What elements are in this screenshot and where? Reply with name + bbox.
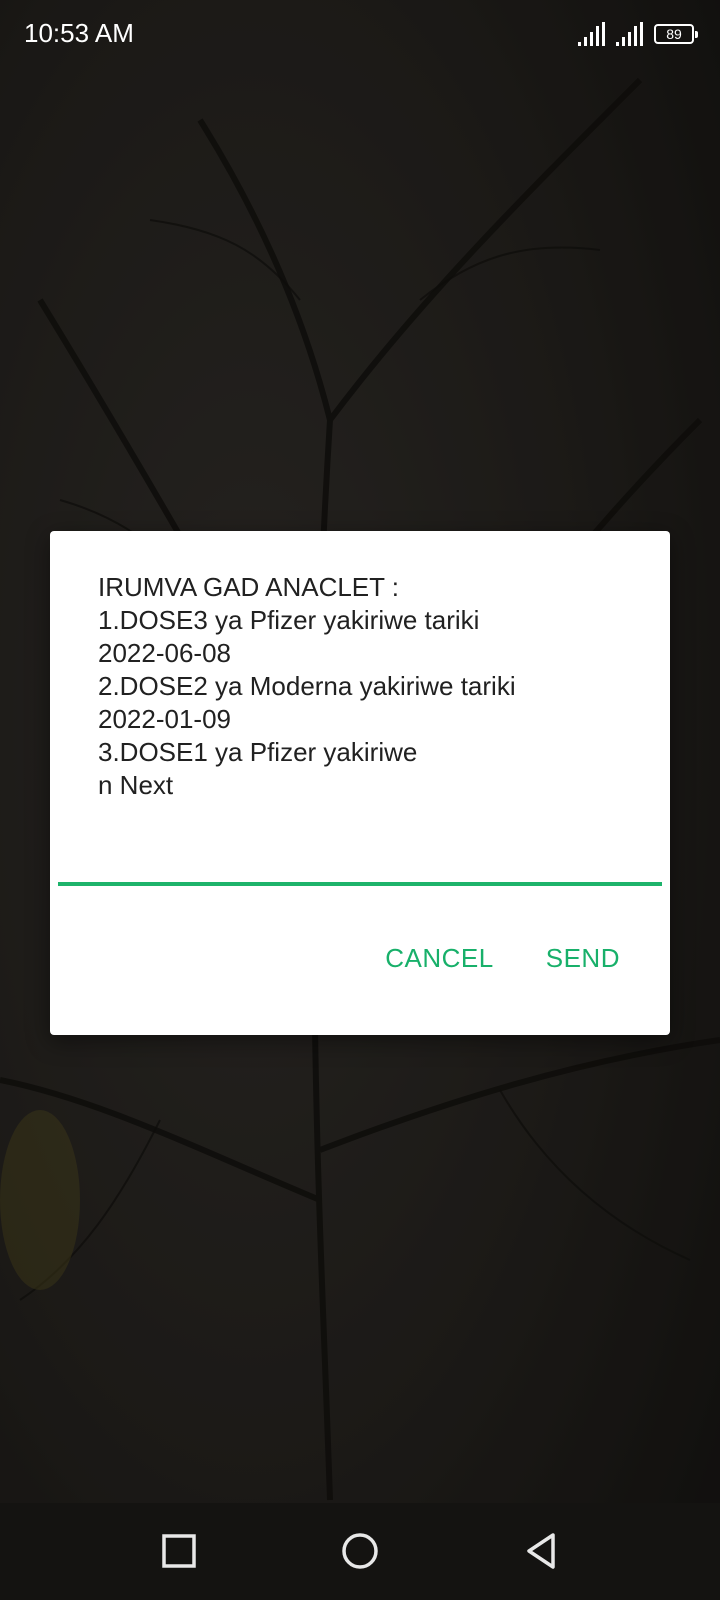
dialog-actions: CANCEL SEND (385, 941, 620, 975)
recents-icon[interactable] (157, 1529, 201, 1573)
signal-icon (578, 22, 605, 46)
status-icons: 89 (578, 20, 698, 48)
battery-icon: 89 (654, 24, 698, 44)
cancel-button[interactable]: CANCEL (385, 941, 493, 975)
navigation-bar (0, 1503, 720, 1600)
send-button[interactable]: SEND (546, 941, 620, 975)
signal-icon (616, 22, 643, 46)
reply-input[interactable] (58, 826, 662, 886)
ussd-dialog: IRUMVA GAD ANACLET : 1.DOSE3 ya Pfizer y… (50, 531, 670, 1035)
home-icon[interactable] (338, 1529, 382, 1573)
dialog-message: IRUMVA GAD ANACLET : 1.DOSE3 ya Pfizer y… (98, 572, 516, 800)
status-time: 10:53 AM (24, 18, 134, 48)
battery-level: 89 (666, 26, 682, 42)
back-icon[interactable] (519, 1529, 563, 1573)
status-bar: 10:53 AM 89 (0, 0, 720, 66)
phone-screen: 10:53 AM 89 IRUMVA GAD ANACLET : 1.DOSE3… (0, 0, 720, 1600)
